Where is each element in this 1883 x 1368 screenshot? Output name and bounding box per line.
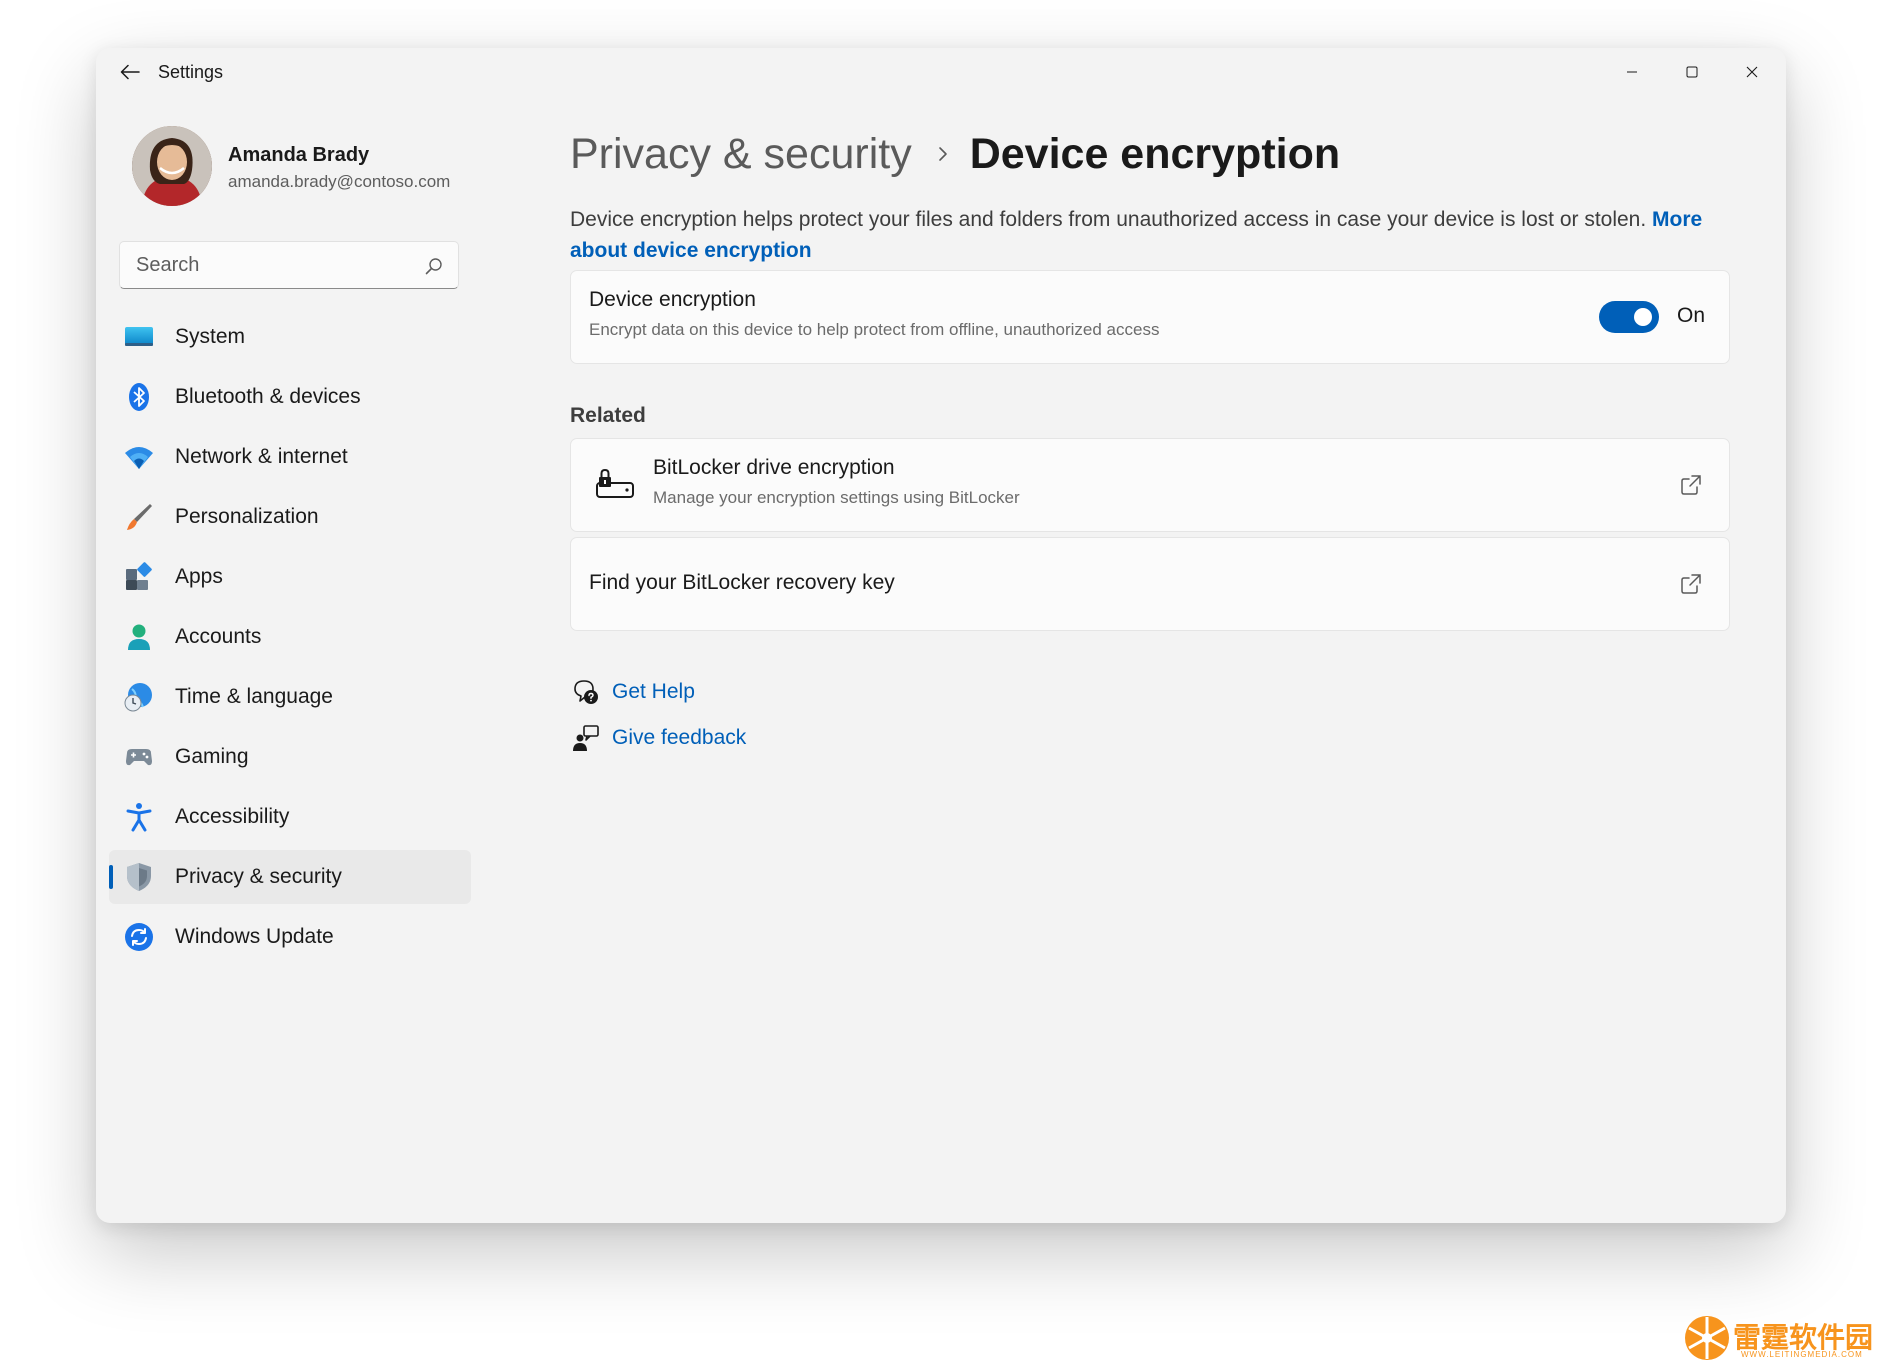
help-links: Get Help Give feedback xyxy=(570,670,870,762)
recovery-key-title: Find your BitLocker recovery key xyxy=(589,571,895,594)
page-description: Device encryption helps protect your fil… xyxy=(570,204,1730,266)
sidebar-item-personalization[interactable]: Personalization xyxy=(109,490,471,544)
profile-email: amanda.brady@contoso.com xyxy=(228,172,451,191)
sidebar-item-label: Personalization xyxy=(175,505,319,528)
bitlocker-title: BitLocker drive encryption xyxy=(653,456,895,479)
search-box[interactable] xyxy=(119,241,459,289)
back-arrow-icon xyxy=(120,64,140,80)
update-icon xyxy=(125,923,153,951)
wifi-icon xyxy=(125,447,153,469)
device-encryption-toggle[interactable] xyxy=(1599,301,1659,333)
shield-icon xyxy=(127,863,151,891)
get-help-icon xyxy=(574,680,598,704)
globe-clock-icon xyxy=(124,683,152,712)
external-link-icon xyxy=(1681,574,1701,594)
sidebar-item-label: Windows Update xyxy=(175,925,334,948)
account-icon xyxy=(128,624,150,650)
sidebar-item-windows-update[interactable]: Windows Update xyxy=(109,910,471,964)
toggle-state-label: On xyxy=(1676,304,1705,327)
watermark-subtext: WWW.LEITINGMEDIA.COM xyxy=(1741,1350,1863,1359)
desktop: Settings Amanda Brady amanda.brady@conto… xyxy=(0,0,1883,1368)
description-text: Device encryption helps protect your fil… xyxy=(570,208,1647,231)
apps-icon xyxy=(126,562,152,590)
sidebar-nav: System Bluetooth & devices Network & int… xyxy=(109,310,471,970)
avatar xyxy=(132,126,212,206)
sidebar-item-time-language[interactable]: Time & language xyxy=(109,670,471,724)
give-feedback-label: Give feedback xyxy=(612,726,747,749)
minimize-icon xyxy=(1627,71,1637,73)
get-help-label: Get Help xyxy=(612,680,695,703)
system-icon xyxy=(125,327,153,346)
bitlocker-card[interactable]: BitLocker drive encryption Manage your e… xyxy=(570,438,1730,532)
search-input[interactable] xyxy=(120,242,410,288)
related-heading: Related xyxy=(570,404,646,427)
page-title: Device encryption xyxy=(969,129,1341,178)
sidebar-item-privacy-security[interactable]: Privacy & security xyxy=(109,850,471,904)
breadcrumb-parent-link[interactable]: Privacy & security xyxy=(570,130,912,179)
sidebar-item-label: Apps xyxy=(175,565,223,588)
watermark-logo: 雷霆软件园 WWW.LEITINGMEDIA.COM xyxy=(1679,1308,1879,1366)
sidebar-item-network[interactable]: Network & internet xyxy=(109,430,471,484)
toggle-knob xyxy=(1634,308,1652,326)
bitlocker-drive-icon xyxy=(596,468,634,498)
minimize-button[interactable] xyxy=(1602,52,1662,92)
back-button[interactable] xyxy=(108,54,152,90)
sidebar-item-label: Time & language xyxy=(175,685,333,708)
bitlocker-subtitle: Manage your encryption settings using Bi… xyxy=(653,488,1020,507)
app-title: Settings xyxy=(158,62,224,82)
sidebar-item-label: System xyxy=(175,325,246,348)
chevron-right-icon xyxy=(938,147,947,161)
sidebar-item-accessibility[interactable]: Accessibility xyxy=(109,790,471,844)
sidebar-item-label: Accounts xyxy=(175,625,262,648)
sidebar-item-apps[interactable]: Apps xyxy=(109,550,471,604)
sidebar-item-system[interactable]: System xyxy=(109,310,471,364)
title-bar: Settings xyxy=(96,48,1786,96)
get-help-link[interactable]: Get Help xyxy=(570,670,870,716)
user-profile[interactable]: Amanda Brady amanda.brady@contoso.com xyxy=(132,126,532,206)
sidebar-item-label: Gaming xyxy=(175,745,249,768)
close-button[interactable] xyxy=(1722,52,1782,92)
device-encryption-title: Device encryption xyxy=(589,288,756,311)
sidebar-item-label: Bluetooth & devices xyxy=(175,385,361,408)
breadcrumb: Privacy & security Device encryption xyxy=(570,124,1340,184)
give-feedback-link[interactable]: Give feedback xyxy=(570,716,870,762)
close-icon xyxy=(1746,66,1758,78)
device-encryption-card: Device encryption Encrypt data on this d… xyxy=(570,270,1730,364)
profile-name: Amanda Brady xyxy=(228,144,370,166)
sidebar-item-label: Network & internet xyxy=(175,445,348,468)
maximize-button[interactable] xyxy=(1662,52,1722,92)
sidebar-item-label: Privacy & security xyxy=(175,865,342,888)
orange-logo-icon xyxy=(1685,1316,1729,1360)
maximize-icon xyxy=(1686,66,1698,78)
gamepad-icon xyxy=(126,749,152,766)
bluetooth-icon xyxy=(129,383,149,411)
search-icon[interactable] xyxy=(424,256,444,276)
settings-window: Settings Amanda Brady amanda.brady@conto… xyxy=(96,48,1786,1223)
recovery-key-card[interactable]: Find your BitLocker recovery key xyxy=(570,537,1730,631)
brush-icon xyxy=(127,504,152,530)
device-encryption-subtitle: Encrypt data on this device to help prot… xyxy=(589,320,1160,339)
feedback-icon xyxy=(573,725,599,751)
sidebar-item-label: Accessibility xyxy=(175,805,290,828)
sidebar-item-gaming[interactable]: Gaming xyxy=(109,730,471,784)
external-link-icon xyxy=(1681,475,1701,495)
sidebar-item-bluetooth[interactable]: Bluetooth & devices xyxy=(109,370,471,424)
sidebar-item-accounts[interactable]: Accounts xyxy=(109,610,471,664)
accessibility-icon xyxy=(126,803,152,832)
